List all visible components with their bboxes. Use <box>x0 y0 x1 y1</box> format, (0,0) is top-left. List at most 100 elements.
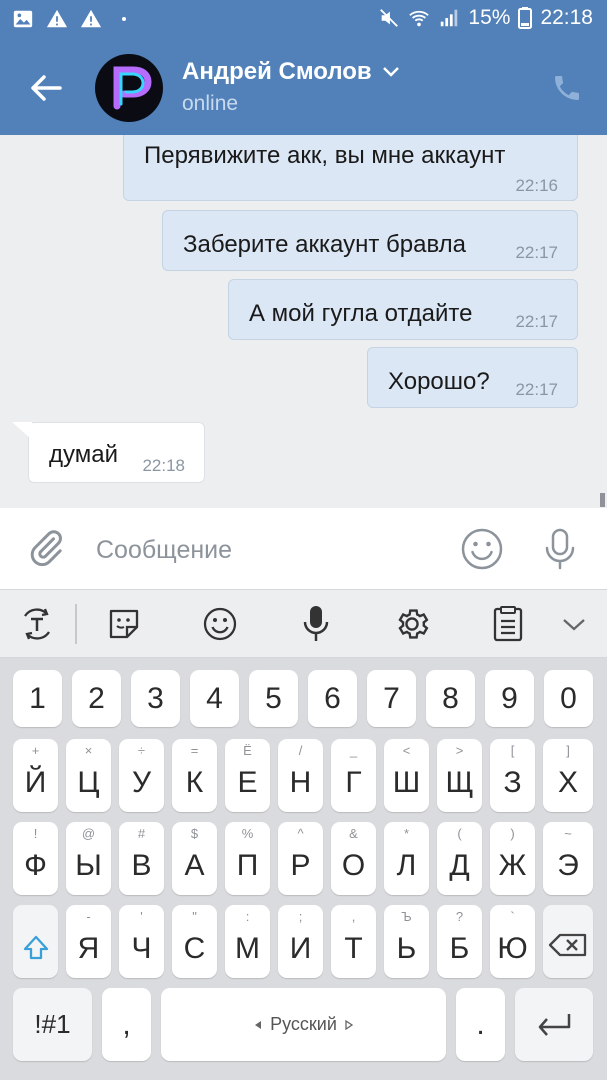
key-letter[interactable]: " С <box>172 905 217 978</box>
emoji-keyboard-icon[interactable] <box>199 603 241 645</box>
symbols-key[interactable]: !#1 <box>13 988 92 1061</box>
key-letter[interactable]: ; И <box>278 905 323 978</box>
message-text: думай <box>49 441 118 468</box>
key-7[interactable]: 7 <box>367 670 416 727</box>
attach-icon[interactable] <box>26 528 66 568</box>
message-text: А мой гугла отдайте <box>249 300 473 327</box>
key-letter[interactable]: & О <box>331 822 376 895</box>
bubble-tail-icon <box>12 422 32 440</box>
message-bubble-outgoing[interactable]: Заберите аккаунт бравла 22:17 <box>162 210 578 271</box>
key-4[interactable]: 4 <box>190 670 239 727</box>
contact-status: online <box>182 92 239 115</box>
key-letter[interactable]: * Л <box>384 822 429 895</box>
message-bubble-outgoing[interactable]: А мой гугла отдайте 22:17 <box>228 279 578 340</box>
key-letter[interactable]: = К <box>172 739 217 812</box>
key-letter[interactable]: # В <box>119 822 164 895</box>
gallery-notification-icon <box>13 10 33 28</box>
message-composer <box>0 508 607 590</box>
key-letter[interactable]: :М <box>225 905 270 978</box>
shift-key[interactable] <box>13 905 58 978</box>
key-letter[interactable]: ) Ж <box>490 822 535 895</box>
signal-icon <box>441 9 458 27</box>
avatar[interactable] <box>95 54 163 122</box>
arrow-right-small-icon <box>345 1019 353 1030</box>
battery-percent: 15% <box>468 6 511 29</box>
key-2[interactable]: 2 <box>72 670 121 727</box>
key-letter[interactable]: ~ Э <box>543 822 593 895</box>
key-letter[interactable]: % П <box>225 822 270 895</box>
key-letter[interactable]: @ Ы <box>66 822 111 895</box>
warning-icon <box>46 9 68 28</box>
key-letter[interactable]: ] Х <box>543 739 593 812</box>
space-language-label: Русский <box>270 1014 337 1034</box>
key-3[interactable]: 3 <box>131 670 180 727</box>
key-1[interactable]: 1 <box>13 670 62 727</box>
key-letter[interactable]: / Н <box>278 739 323 812</box>
key-letter[interactable]: ` Ю <box>490 905 535 978</box>
key-letter[interactable]: < Ш <box>384 739 429 812</box>
phone-call-icon[interactable] <box>551 72 583 104</box>
message-time: 22:17 <box>515 243 558 262</box>
arrow-left-small-icon <box>255 1020 262 1029</box>
status-bar: 15% 22:18 <box>0 0 607 40</box>
clipboard-icon[interactable] <box>487 603 529 645</box>
key-letter[interactable]: ÷ У <box>119 739 164 812</box>
sticker-icon[interactable] <box>103 603 145 645</box>
key-letter[interactable]: ! Ф <box>13 822 58 895</box>
message-text: Хорошо? <box>388 368 490 395</box>
key-letter[interactable]: $ А <box>172 822 217 895</box>
collapse-keyboard-chevron-icon[interactable] <box>553 603 595 645</box>
voice-input-icon[interactable] <box>295 603 337 645</box>
key-6[interactable]: 6 <box>308 670 357 727</box>
enter-key[interactable] <box>515 988 593 1061</box>
message-time: 22:18 <box>142 456 185 475</box>
microphone-icon[interactable] <box>540 527 580 571</box>
key-letter[interactable]: ' Ч <box>119 905 164 978</box>
message-bubble-outgoing[interactable]: Перявижите акк, вы мне аккаунт 22:16 <box>123 135 578 201</box>
key-letter[interactable]: (Д <box>437 822 482 895</box>
key-letter[interactable]: ^ Р <box>278 822 323 895</box>
message-time: 22:16 <box>515 176 558 195</box>
key-9[interactable]: 9 <box>485 670 534 727</box>
toolbar-divider <box>75 604 77 644</box>
message-text: Перявижите акк, вы мне аккаунт <box>144 142 506 169</box>
warning-icon <box>80 9 102 28</box>
scrollbar[interactable] <box>600 493 605 507</box>
key-letter[interactable]: + Й <box>13 739 58 812</box>
space-key[interactable]: Русский <box>161 988 446 1061</box>
key-letter[interactable]: -Я <box>66 905 111 978</box>
chat-header: Андрей Смолов online <box>0 40 607 135</box>
message-time: 22:17 <box>515 312 558 331</box>
emoji-icon[interactable] <box>460 527 504 571</box>
settings-gear-icon[interactable] <box>391 603 433 645</box>
message-bubble-outgoing[interactable]: Хорошо? 22:17 <box>367 347 578 408</box>
key-letter[interactable]: [З <box>490 739 535 812</box>
key-letter[interactable]: > Щ <box>437 739 482 812</box>
key-8[interactable]: 8 <box>426 670 475 727</box>
backspace-icon <box>548 933 587 956</box>
dot-icon <box>122 17 126 21</box>
period-key[interactable]: . <box>456 988 505 1061</box>
chevron-down-icon[interactable] <box>382 66 400 78</box>
back-arrow-icon[interactable] <box>26 68 66 108</box>
avatar-logo-icon <box>113 66 152 110</box>
key-0[interactable]: 0 <box>544 670 593 727</box>
message-bubble-incoming[interactable]: думай 22:18 <box>28 422 205 483</box>
key-letter[interactable]: ,Т <box>331 905 376 978</box>
backspace-key[interactable] <box>543 905 593 978</box>
message-list[interactable]: Перявижите акк, вы мне аккаунт 22:16 Заб… <box>0 135 607 508</box>
key-letter[interactable]: ? Б <box>437 905 482 978</box>
key-letter[interactable]: ЁЕ <box>225 739 270 812</box>
key-5[interactable]: 5 <box>249 670 298 727</box>
key-letter[interactable]: × Ц <box>66 739 111 812</box>
key-letter[interactable]: ЪЬ <box>384 905 429 978</box>
key-letter[interactable]: _ Г <box>331 739 376 812</box>
message-input[interactable] <box>96 530 436 570</box>
enter-icon <box>538 1013 571 1036</box>
contact-name[interactable]: Андрей Смолов <box>182 58 372 86</box>
comma-key[interactable]: , <box>102 988 151 1061</box>
shift-arrow-icon <box>23 935 48 959</box>
wifi-icon <box>409 10 430 27</box>
clock: 22:18 <box>540 6 593 29</box>
translate-icon[interactable] <box>16 603 58 645</box>
